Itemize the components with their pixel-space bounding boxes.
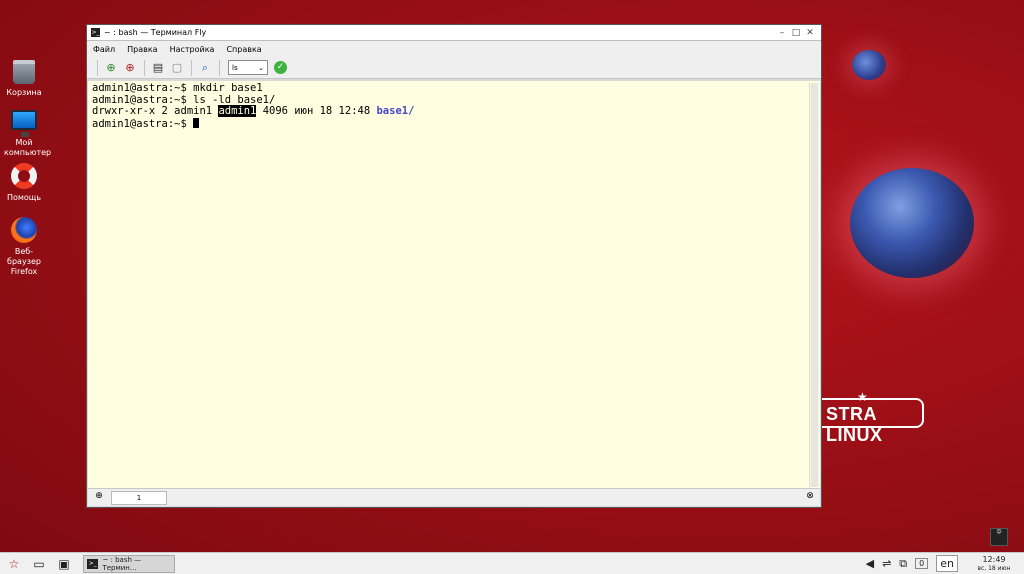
toolbar-separator — [219, 59, 220, 76]
toolbar-separator — [97, 59, 98, 76]
run-icon[interactable]: ✓ — [274, 61, 287, 74]
paste-icon[interactable]: ▢ — [168, 59, 186, 77]
desktop-icon-label: Мой компьютер — [4, 138, 52, 157]
maximize-icon[interactable]: □ — [789, 28, 803, 38]
scrollbar-thumb[interactable] — [811, 83, 818, 487]
computer-icon — [11, 110, 37, 137]
planet-small-decoration — [852, 50, 886, 80]
desktop-icon-label: Корзина — [6, 88, 42, 97]
window-title: ~ : bash — Терминал Fly — [104, 28, 207, 37]
desktop-icon-my-computer[interactable]: Мой компьютер — [0, 110, 52, 158]
terminal-app-icon: >_ — [87, 558, 99, 569]
terminal-prompt: admin1@astra:~$ — [92, 117, 194, 130]
desktop-icon-help[interactable]: Помощь — [0, 163, 52, 203]
close-icon[interactable]: ✕ — [803, 28, 817, 38]
firefox-icon — [11, 217, 37, 243]
terminal-line: drwxr-xr-x 2 admin1 admin1 4096 июн 18 1… — [92, 105, 802, 118]
terminal-area[interactable]: admin1@astra:~$ mkdir base1 admin1@astra:… — [88, 81, 820, 489]
menu-file[interactable]: Файл — [93, 45, 115, 54]
window-titlebar[interactable]: >_ ~ : bash — Терминал Fly – □ ✕ — [87, 25, 821, 41]
user-avatar-icon[interactable]: ☺ — [990, 528, 1008, 546]
terminal-window: >_ ~ : bash — Терминал Fly – □ ✕ Файл Пр… — [86, 24, 822, 508]
usb-icon[interactable]: ⇌ — [882, 557, 891, 570]
clock[interactable]: 12:49 вс, 18 июн — [972, 555, 1016, 573]
taskbar: ☆ ▭ ▣ >_ ~ : bash — Термин... ◀ ⇌ ⧉ 0 en… — [0, 552, 1024, 574]
toolbar: ⊕ ⊕ ▤ ▢ ⌕ ls ⌄ ✓ — [87, 57, 821, 79]
taskbar-item-label: ~ : bash — Термин... — [102, 555, 142, 572]
brand-logo: STRA LINUX — [806, 398, 924, 445]
terminal-line: admin1@astra:~$ mkdir base1 — [92, 82, 263, 94]
desktop-icon-label: Помощь — [6, 193, 42, 202]
tab-1[interactable]: 1 — [111, 490, 167, 505]
minimize-icon[interactable]: – — [775, 28, 789, 38]
terminal-app-icon: >_ — [91, 28, 100, 37]
desktop-icon-firefox[interactable]: Веб-браузер Firefox — [0, 217, 52, 277]
terminal-line: admin1@astra:~$ — [92, 117, 802, 131]
help-lifebuoy-icon — [11, 163, 37, 189]
terminal-output[interactable]: admin1@astra:~$ mkdir base1 admin1@astra:… — [92, 82, 802, 489]
menu-edit[interactable]: Правка — [127, 45, 157, 54]
new-window-icon[interactable]: ⊕ — [121, 59, 139, 77]
network-icon[interactable]: ⧉ — [899, 557, 907, 571]
copy-icon[interactable]: ▤ — [149, 59, 167, 77]
command-select[interactable]: ls ⌄ — [228, 60, 268, 75]
taskbar-item-terminal[interactable]: >_ ~ : bash — Термин... — [83, 554, 175, 573]
desktop-icon-label: Веб-браузер Firefox — [7, 247, 41, 276]
desktop-icon-trash[interactable]: Корзина — [0, 60, 52, 98]
toolbar-separator — [144, 59, 145, 76]
vertical-scrollbar[interactable] — [809, 83, 819, 487]
terminal-directory: base1/ — [376, 105, 415, 117]
terminal-text: 4096 июн 18 12:48 — [256, 105, 377, 117]
menu-help[interactable]: Справка — [226, 45, 261, 54]
keyboard-layout-indicator[interactable]: en — [936, 555, 958, 572]
show-desktop-icon[interactable]: ▣ — [53, 555, 75, 573]
chevron-down-icon: ⌄ — [258, 63, 264, 72]
terminal-selection: admin1 — [218, 105, 257, 117]
search-icon[interactable]: ⌕ — [196, 59, 214, 77]
clock-time: 12:49 — [982, 554, 1006, 564]
close-tab-button[interactable]: ⊗ — [803, 491, 817, 505]
command-select-value: ls — [232, 63, 238, 72]
trash-icon — [13, 60, 35, 84]
toolbar-separator — [191, 59, 192, 76]
new-tab-button[interactable]: ⊕ — [91, 491, 107, 505]
new-tab-icon[interactable]: ⊕ — [102, 59, 120, 77]
system-tray: ◀ ⇌ ⧉ 0 en 12:49 вс, 18 июн — [866, 555, 1024, 573]
desktops-icon[interactable]: ▭ — [28, 555, 50, 573]
menu-settings[interactable]: Настройка — [170, 45, 215, 54]
menu-bar: Файл Правка Настройка Справка — [87, 41, 821, 57]
terminal-cursor — [193, 117, 200, 128]
terminal-text: drwxr-xr-x 2 admin1 — [92, 105, 219, 117]
start-menu-star-icon[interactable]: ☆ — [3, 555, 25, 573]
clock-date: вс, 18 июн — [977, 564, 1011, 572]
tab-bar: ⊕ 1 ⊗ — [88, 488, 820, 506]
tray-badge[interactable]: 0 — [915, 558, 929, 569]
volume-icon[interactable]: ◀ — [866, 557, 874, 570]
planet-large-decoration — [850, 168, 974, 278]
